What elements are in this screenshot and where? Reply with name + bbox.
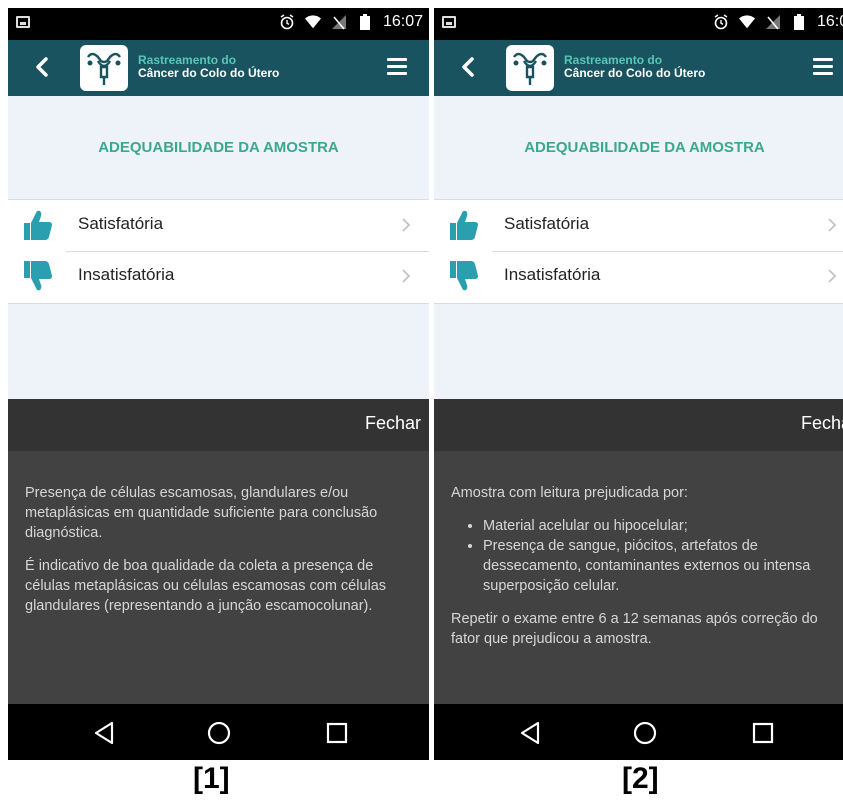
- nav-recents-icon[interactable]: [324, 720, 350, 746]
- list-item: Material acelular ou hipocelular;: [483, 516, 841, 536]
- nav-back-icon[interactable]: [518, 720, 544, 746]
- chevron-right-icon: [402, 218, 411, 232]
- back-button[interactable]: [30, 54, 56, 80]
- image-notification-icon: [442, 16, 456, 28]
- hamburger-menu-icon: [813, 58, 833, 61]
- sheet-bullet-list: Material acelular ou hipocelular; Presen…: [451, 516, 841, 596]
- list-item-label: Insatisfatória: [78, 265, 175, 284]
- thumbs-down-icon: [450, 261, 478, 291]
- info-sheet: Fechar Amostra com leitura prejudicada p…: [434, 399, 843, 704]
- chevron-right-icon: [402, 269, 411, 283]
- thumbs-down-icon: [24, 261, 52, 291]
- clock: 16:07: [382, 13, 423, 30]
- section-title: ADEQUABILIDADE DA AMOSTRA: [524, 138, 765, 156]
- list-item-insatisfatoria[interactable]: Insatisfatória: [434, 251, 843, 302]
- sheet-paragraph: Repetir o exame entre 6 a 12 semanas apó…: [451, 611, 818, 647]
- sheet-header: Fechar: [8, 399, 429, 451]
- clock: 16:07: [816, 13, 843, 30]
- figure-caption-2: [2]: [622, 762, 659, 795]
- info-sheet: Fechar Presença de células escamosas, gl…: [8, 399, 429, 704]
- app-title-line2: Câncer do Colo do Útero: [138, 66, 280, 80]
- menu-button[interactable]: [387, 58, 407, 76]
- sheet-body: Amostra com leitura prejudicada por: Mat…: [451, 483, 841, 662]
- nav-home-icon[interactable]: [206, 720, 232, 746]
- menu-button[interactable]: [813, 58, 833, 76]
- alarm-icon: [279, 14, 295, 30]
- nav-recents-icon[interactable]: [750, 720, 776, 746]
- figure-caption-1: [1]: [193, 762, 230, 795]
- no-signal-icon: [331, 14, 347, 30]
- screenshot-2: 16:07 Rastreamento do Câncer do Colo do …: [434, 8, 843, 760]
- battery-icon: [357, 14, 373, 30]
- hamburger-menu-icon: [387, 58, 407, 61]
- options-list: Satisfatória Insatisfatória: [434, 199, 843, 304]
- sheet-paragraph: É indicativo de boa qualidade da coleta …: [25, 558, 387, 614]
- alarm-icon: [713, 14, 729, 30]
- back-button[interactable]: [456, 54, 482, 80]
- uterus-logo-icon: [506, 45, 554, 91]
- options-list: Satisfatória Insatisfatória: [8, 199, 429, 304]
- list-item-satisfatoria[interactable]: Satisfatória: [8, 200, 429, 251]
- chevron-left-icon: [36, 57, 48, 77]
- list-item-label: Satisfatória: [504, 214, 590, 233]
- uterus-logo-icon: [80, 45, 128, 91]
- sheet-header: Fechar: [434, 399, 843, 451]
- sheet-body: Presença de células escamosas, glandular…: [25, 483, 415, 629]
- close-button[interactable]: Fechar: [365, 413, 421, 434]
- list-item-label: Insatisfatória: [504, 265, 601, 284]
- nav-home-icon[interactable]: [632, 720, 658, 746]
- divider: [66, 251, 429, 252]
- list-item-satisfatoria[interactable]: Satisfatória: [434, 200, 843, 251]
- chevron-right-icon: [828, 218, 837, 232]
- thumbs-up-icon: [24, 210, 52, 240]
- sheet-paragraph: Presença de células escamosas, glandular…: [25, 485, 378, 541]
- app-title: Rastreamento do Câncer do Colo do Útero: [138, 54, 279, 80]
- list-item-insatisfatoria[interactable]: Insatisfatória: [8, 251, 429, 302]
- section-title: ADEQUABILIDADE DA AMOSTRA: [98, 138, 339, 156]
- screenshot-1: 16:07 Rastreamento do Câncer do Colo do …: [8, 8, 429, 760]
- app-title-line2: Câncer do Colo do Útero: [564, 66, 706, 80]
- navigation-bar: [434, 704, 843, 760]
- app-bar: Rastreamento do Câncer do Colo do Útero: [8, 40, 429, 96]
- divider: [492, 251, 843, 252]
- nav-back-icon[interactable]: [92, 720, 118, 746]
- no-signal-icon: [765, 14, 781, 30]
- list-item: Presença de sangue, piócitos, artefatos …: [483, 536, 841, 596]
- app-title: Rastreamento do Câncer do Colo do Útero: [564, 54, 705, 80]
- thumbs-up-icon: [450, 210, 478, 240]
- status-bar: 16:07: [8, 8, 429, 40]
- chevron-left-icon: [462, 57, 474, 77]
- image-notification-icon: [16, 16, 30, 28]
- status-bar: 16:07: [434, 8, 843, 40]
- close-button[interactable]: Fechar: [801, 413, 843, 434]
- battery-icon: [791, 14, 807, 30]
- navigation-bar: [8, 704, 429, 760]
- sheet-paragraph: Amostra com leitura prejudicada por:: [451, 485, 688, 501]
- list-item-label: Satisfatória: [78, 214, 164, 233]
- app-bar: Rastreamento do Câncer do Colo do Útero: [434, 40, 843, 96]
- chevron-right-icon: [828, 269, 837, 283]
- wifi-icon: [304, 14, 321, 30]
- wifi-icon: [738, 14, 755, 30]
